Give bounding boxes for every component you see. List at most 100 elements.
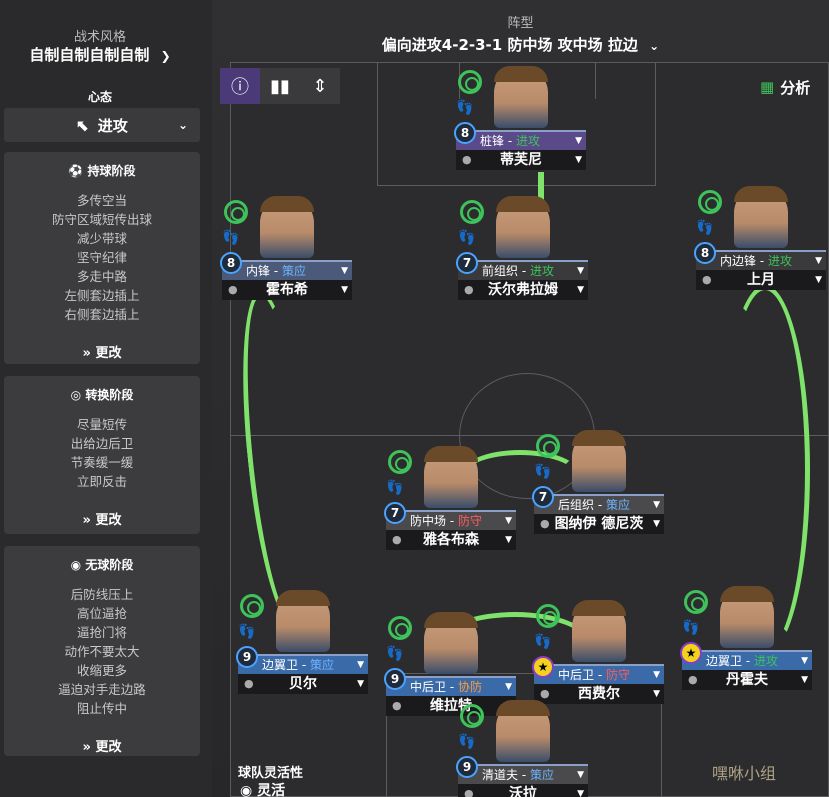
analysis-label: 分析: [780, 78, 811, 97]
player-name-selector[interactable]: ● 图纳伊 德尼茨 ▼: [534, 514, 664, 534]
player-card-gk[interactable]: 👣 清道夫 - 策应 ▼ ● 沃拉 ▼ 9: [456, 700, 590, 797]
chevron-down-icon: ▼: [341, 266, 348, 276]
chevron-down-icon: ▼: [653, 519, 660, 529]
player-card-rb[interactable]: 👣 边翼卫 - 进攻 ▼ ● 丹霍夫 ▼ ★: [680, 586, 814, 716]
change-button[interactable]: » 更改: [4, 509, 200, 528]
player-name: 霍布希: [266, 282, 308, 298]
player-card-dlp[interactable]: 👣 后组织 - 策应 ▼ ● 图纳伊 德尼茨 ▼ 7: [532, 430, 666, 560]
condition-icon: [388, 450, 412, 474]
role-label: 中后卫: [410, 680, 447, 694]
player-hair: [424, 612, 478, 628]
formation-value: 偏向进攻4-2-3-1 防中场 攻中场 拉边: [381, 36, 638, 54]
chevron-down-icon: ▼: [575, 155, 582, 165]
info-icon: ⓘ: [231, 77, 249, 98]
role-familiarity-badge: 9: [384, 668, 406, 690]
role-familiarity-badge: ★: [532, 656, 554, 678]
chevron-down-icon: ▼: [577, 266, 584, 276]
chevron-down-icon: ▼: [577, 789, 584, 797]
instruction: 逼抢门将: [76, 625, 127, 640]
role-label: 内边锋: [720, 254, 757, 268]
mentality-label: 心态: [87, 90, 112, 104]
player-name-selector[interactable]: ● 贝尔 ▼: [238, 674, 368, 694]
role-familiarity-badge: 8: [220, 252, 242, 274]
player-hair: [276, 590, 330, 606]
instruction: 高位逼抢: [76, 606, 127, 621]
chevron-down-icon: ❯: [160, 49, 171, 63]
flexibility-value: 灵活: [257, 783, 286, 797]
instruction: 收缩更多: [76, 663, 127, 678]
role-label: 桩锋: [480, 134, 505, 148]
six-yard-line: [595, 63, 596, 99]
role-label: 内锋: [246, 264, 271, 278]
flexibility-label: 球队灵活性: [238, 766, 304, 781]
role-familiarity-badge: 8: [454, 122, 476, 144]
change-button[interactable]: » 更改: [4, 342, 200, 361]
duty-label: 策应: [309, 658, 334, 672]
player-name-selector[interactable]: ● 上月 ▼: [696, 270, 826, 290]
duty-label: 进攻: [515, 134, 540, 148]
footedness-icon: 👣: [456, 100, 473, 116]
chevron-down-icon: ▼: [357, 660, 364, 670]
player-card-lw[interactable]: 👣 内锋 - 策应 ▼ ● 霍布希 ▼ 8: [220, 196, 354, 326]
tactic-style-dropdown[interactable]: 自制自制自制自制 ❯: [0, 44, 200, 65]
role-label: 后组织: [558, 498, 595, 512]
tactics-screen: 战术风格 自制自制自制自制 ❯ 心态 ⬉ 进攻 ⌄ ⚽ 持球阶段 多传空当 防守…: [0, 0, 829, 797]
player-name: 沃拉: [509, 786, 537, 797]
player-name: 贝尔: [289, 676, 317, 692]
player-name-selector[interactable]: ● 霍布希 ▼: [222, 280, 352, 300]
instruction: 尽量短传: [76, 417, 127, 432]
panel-title: 无球阶段: [85, 558, 134, 572]
formation-dropdown[interactable]: 偏向进攻4-2-3-1 防中场 攻中场 拉边 ⌄: [212, 34, 829, 55]
chevron-down-icon: ▼: [801, 656, 808, 666]
player-name-selector[interactable]: ● 沃尔弗拉姆 ▼: [458, 280, 588, 300]
analysis-button[interactable]: ▦ 分析: [760, 72, 810, 102]
chevron-down-icon: ▼: [505, 535, 512, 545]
player-card-rw[interactable]: 👣 内边锋 - 进攻 ▼ ● 上月 ▼ 8: [694, 186, 828, 316]
footedness-icon: 👣: [238, 624, 255, 640]
mentality-dropdown[interactable]: ⬉ 进攻 ⌄: [4, 108, 200, 142]
footedness-icon: 👣: [386, 480, 403, 496]
player-hair: [572, 600, 626, 616]
person-icon: ●: [464, 787, 474, 797]
change-button[interactable]: » 更改: [4, 736, 200, 755]
footedness-icon: 👣: [222, 230, 239, 246]
sort-button[interactable]: ⇕: [300, 68, 340, 104]
double-chevron-icon: »: [82, 346, 96, 361]
player-card-dm[interactable]: 👣 防中场 - 防守 ▼ ● 雅各布森 ▼ 7: [384, 446, 518, 576]
role-label: 前组织: [482, 264, 519, 278]
player-hair: [494, 66, 548, 82]
player-hair: [496, 196, 550, 212]
player-name-selector[interactable]: ● 蒂芙尼 ▼: [456, 150, 586, 170]
out-of-possession-panel: ◉ 无球阶段 后防线压上 高位逼抢 逼抢门将 动作不要太大 收缩更多 逼迫对手走…: [4, 546, 200, 756]
role-label: 中后卫: [558, 668, 595, 682]
player-hair: [572, 430, 626, 446]
person-icon: ●: [244, 677, 254, 690]
updown-icon: ⇕: [312, 75, 328, 97]
duty-label: 策应: [605, 498, 630, 512]
player-name-selector[interactable]: ● 沃拉 ▼: [458, 784, 588, 797]
footedness-icon: 👣: [386, 646, 403, 662]
player-card-st[interactable]: 👣 桩锋 - 进攻 ▼ ● 蒂芙尼 ▼ 8: [454, 66, 588, 196]
player-hair: [424, 446, 478, 462]
player-card-lb[interactable]: 👣 边翼卫 - 策应 ▼ ● 贝尔 ▼ 9: [236, 590, 370, 720]
stats-button[interactable]: ▮▮: [260, 68, 300, 104]
player-card-am[interactable]: 👣 前组织 - 进攻 ▼ ● 沃尔弗拉姆 ▼ 7: [456, 196, 590, 326]
chevron-down-icon: ⌄: [649, 39, 660, 53]
info-button[interactable]: ⓘ: [220, 68, 260, 104]
instruction: 减少带球: [76, 231, 127, 246]
player-name-selector[interactable]: ● 丹霍夫 ▼: [682, 670, 812, 690]
duty-label: 策应: [281, 264, 306, 278]
person-icon: ●: [464, 283, 474, 296]
player-hair: [496, 700, 550, 716]
box-line: [655, 63, 656, 185]
player-name-selector[interactable]: ● 雅各布森 ▼: [386, 530, 516, 550]
grid-icon: ▦: [760, 78, 775, 96]
chevron-down-icon: ▼: [653, 670, 660, 680]
footedness-icon: 👣: [682, 620, 699, 636]
chevron-down-icon: ▼: [577, 770, 584, 780]
person-icon: ●: [702, 273, 712, 286]
instruction: 防守区域短传出球: [51, 212, 152, 227]
duty-label: 防守: [457, 514, 482, 528]
condition-icon: [536, 434, 560, 458]
player-name: 沃尔弗拉姆: [488, 282, 558, 298]
